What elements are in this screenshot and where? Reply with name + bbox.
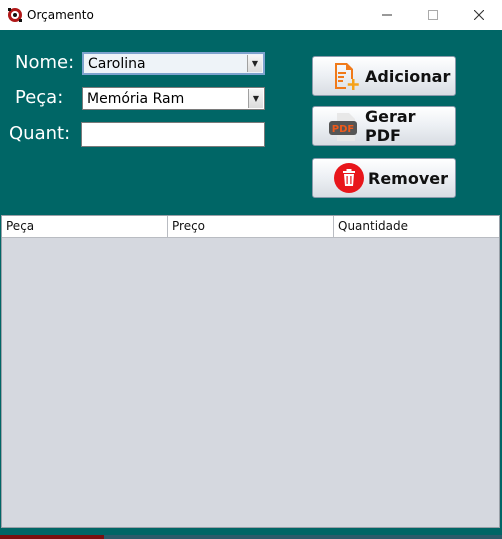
quant-input[interactable] bbox=[81, 122, 265, 147]
gerar-pdf-button[interactable]: PDF Gerar PDF bbox=[312, 106, 456, 146]
pdf-file-icon: PDF bbox=[329, 113, 357, 141]
remover-button[interactable]: Remover bbox=[312, 158, 456, 198]
pdf-badge-text: PDF bbox=[332, 124, 354, 135]
app-logo-icon bbox=[8, 8, 22, 22]
maximize-button[interactable] bbox=[410, 0, 456, 30]
table-header: Peça Preço Quantidade bbox=[2, 216, 499, 238]
items-table[interactable]: Peça Preço Quantidade bbox=[1, 215, 500, 528]
nome-combobox[interactable]: Carolina ▼ bbox=[82, 52, 265, 75]
minimize-icon bbox=[382, 14, 392, 16]
add-document-icon bbox=[335, 63, 359, 90]
peca-value: Memória Ram bbox=[87, 91, 185, 107]
nome-label: Nome: bbox=[15, 52, 75, 73]
quant-label: Quant: bbox=[9, 123, 71, 144]
taskbar-strip bbox=[0, 535, 502, 539]
adicionar-button[interactable]: Adicionar bbox=[312, 56, 456, 96]
table-panel: Peça Preço Quantidade bbox=[0, 213, 502, 539]
chevron-down-icon[interactable]: ▼ bbox=[248, 89, 263, 108]
column-header-preco[interactable]: Preço bbox=[168, 216, 334, 237]
remover-label: Remover bbox=[368, 168, 449, 188]
column-header-quantidade[interactable]: Quantidade bbox=[334, 216, 499, 237]
close-icon bbox=[474, 10, 484, 20]
trash-icon bbox=[334, 163, 364, 193]
column-header-peca[interactable]: Peça bbox=[2, 216, 168, 237]
title-bar: Orçamento bbox=[0, 0, 502, 30]
chevron-down-icon[interactable]: ▼ bbox=[247, 55, 262, 72]
peca-combobox[interactable]: Memória Ram ▼ bbox=[82, 87, 265, 110]
window-title: Orçamento bbox=[27, 8, 94, 22]
nome-value: Carolina bbox=[88, 56, 146, 72]
minimize-button[interactable] bbox=[364, 0, 410, 30]
close-button[interactable] bbox=[456, 0, 502, 30]
adicionar-label: Adicionar bbox=[365, 66, 451, 86]
taskbar-highlight bbox=[0, 535, 104, 539]
peca-label: Peça: bbox=[15, 87, 64, 108]
maximize-icon bbox=[428, 10, 438, 20]
gerar-pdf-label: Gerar PDF bbox=[365, 107, 416, 145]
